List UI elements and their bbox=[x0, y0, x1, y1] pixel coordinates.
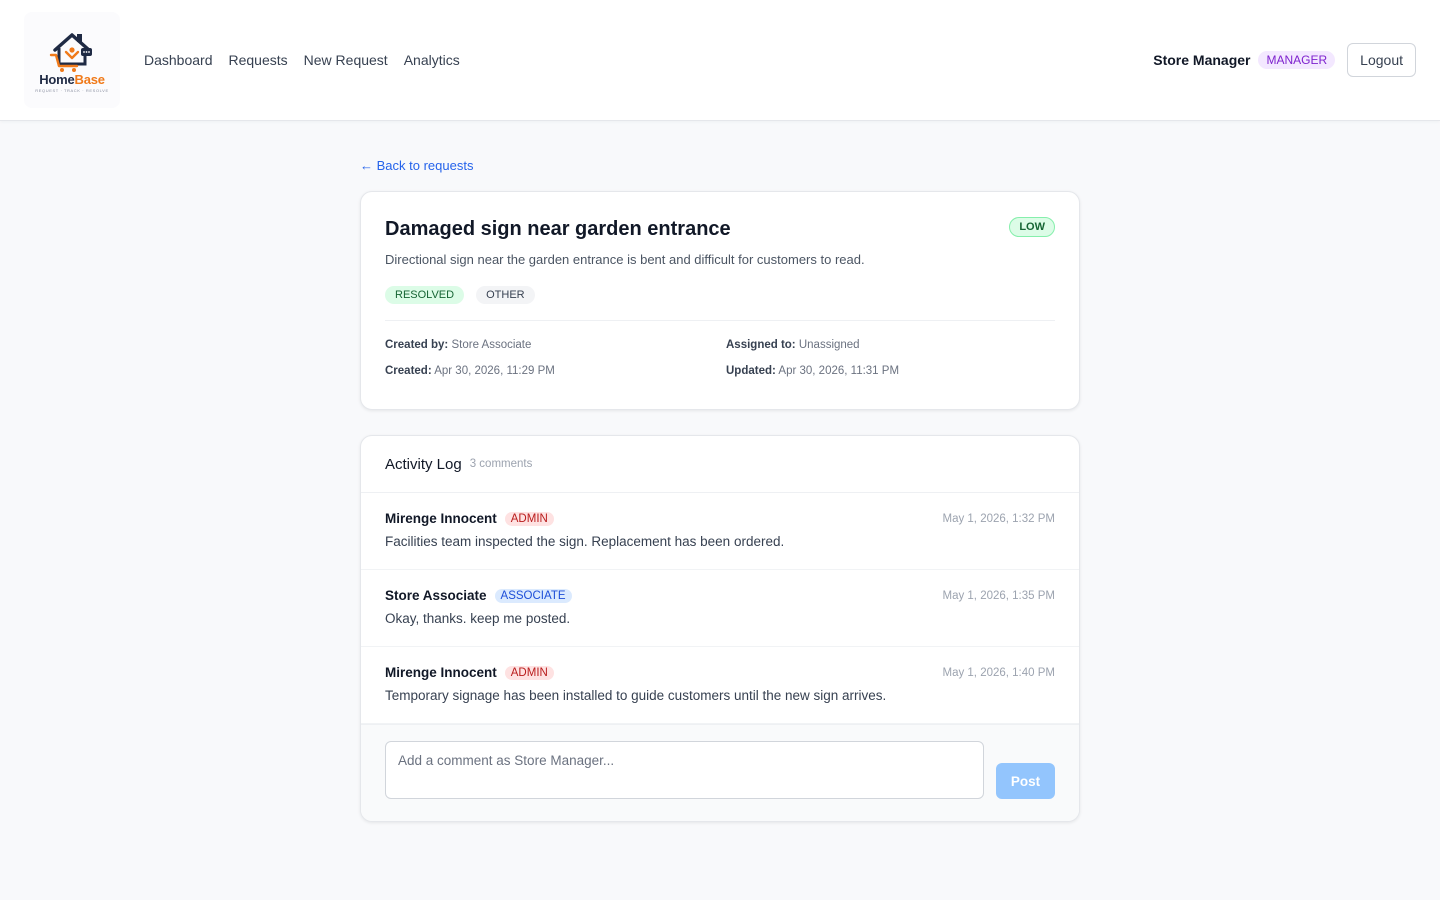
comment-role-badge: ASSOCIATE bbox=[494, 588, 572, 603]
nav-analytics[interactable]: Analytics bbox=[404, 52, 460, 68]
meta-created-by-value: Store Associate bbox=[451, 339, 532, 351]
comment-item: Mirenge Innocent ADMIN May 1, 2026, 1:40… bbox=[361, 647, 1079, 724]
comment-role-badge: ADMIN bbox=[504, 665, 554, 680]
meta-updated-label: Updated: bbox=[726, 365, 776, 377]
user-area: Store Manager MANAGER Logout bbox=[1153, 43, 1416, 77]
logo-wordmark: HomeBase bbox=[39, 72, 105, 87]
status-badge: RESOLVED bbox=[385, 286, 465, 304]
comment-form: Post bbox=[361, 724, 1079, 821]
priority-badge: LOW bbox=[1009, 217, 1055, 237]
request-description: Directional sign near the garden entranc… bbox=[385, 252, 865, 267]
meta-assigned-to-label: Assigned to: bbox=[726, 339, 796, 351]
comment-input[interactable] bbox=[385, 741, 984, 799]
request-meta: Created by: Store Associate Assigned to:… bbox=[385, 339, 1055, 377]
comment-timestamp: May 1, 2026, 1:35 PM bbox=[942, 590, 1055, 602]
main-nav: Dashboard Requests New Request Analytics bbox=[144, 52, 460, 68]
comment-item: Mirenge Innocent ADMIN May 1, 2026, 1:32… bbox=[361, 493, 1079, 570]
logo-word-base: Base bbox=[74, 71, 105, 87]
request-tags: RESOLVED OTHER bbox=[385, 286, 1055, 304]
activity-log-header: Activity Log 3 comments bbox=[361, 436, 1079, 493]
post-comment-button[interactable]: Post bbox=[996, 763, 1055, 799]
request-detail-card: Damaged sign near garden entrance LOW Di… bbox=[360, 191, 1080, 410]
logo-word-home: Home bbox=[39, 71, 75, 87]
logo-tagline: REQUEST · TRACK · RESOLVE bbox=[35, 87, 109, 93]
meta-assigned-to: Assigned to: Unassigned bbox=[726, 339, 1055, 351]
top-navbar: HomeBase REQUEST · TRACK · RESOLVE Dashb… bbox=[0, 0, 1440, 121]
meta-created: Created: Apr 30, 2026, 11:29 PM bbox=[385, 365, 726, 377]
comment-body: Facilities team inspected the sign. Repl… bbox=[385, 534, 785, 549]
comment-item: Store Associate ASSOCIATE May 1, 2026, 1… bbox=[361, 570, 1079, 647]
activity-log-card: Activity Log 3 comments Mirenge Innocent… bbox=[360, 435, 1080, 822]
back-to-requests-link[interactable]: ← Back to requests bbox=[360, 158, 473, 173]
comment-body: Okay, thanks. keep me posted. bbox=[385, 611, 571, 626]
nav-new-request[interactable]: New Request bbox=[304, 52, 388, 68]
meta-updated-value: Apr 30, 2026, 11:31 PM bbox=[778, 365, 900, 377]
meta-created-by: Created by: Store Associate bbox=[385, 339, 726, 351]
comment-body: Temporary signage has been installed to … bbox=[385, 688, 887, 703]
comment-role-badge: ADMIN bbox=[504, 511, 554, 526]
meta-updated: Updated: Apr 30, 2026, 11:31 PM bbox=[726, 365, 1055, 377]
comment-timestamp: May 1, 2026, 1:32 PM bbox=[942, 513, 1055, 525]
user-role-badge: MANAGER bbox=[1258, 51, 1336, 69]
homebase-logo[interactable]: HomeBase REQUEST · TRACK · RESOLVE bbox=[24, 12, 120, 108]
logout-button[interactable]: Logout bbox=[1347, 43, 1416, 77]
meta-assigned-to-value: Unassigned bbox=[798, 339, 860, 351]
divider bbox=[385, 320, 1055, 321]
comment-author: Mirenge Innocent bbox=[385, 665, 497, 680]
comment-count: 3 comments bbox=[469, 458, 533, 470]
comment-timestamp: May 1, 2026, 1:40 PM bbox=[942, 667, 1055, 679]
activity-log-title: Activity Log bbox=[385, 455, 462, 473]
meta-created-label: Created: bbox=[385, 365, 432, 377]
house-cart-logo-icon bbox=[49, 32, 92, 72]
request-detail-page: ← Back to requests Damaged sign near gar… bbox=[360, 121, 1080, 822]
meta-created-by-label: Created by: bbox=[385, 339, 449, 351]
comment-author: Mirenge Innocent bbox=[385, 511, 497, 526]
comment-author: Store Associate bbox=[385, 588, 487, 603]
category-badge: OTHER bbox=[476, 286, 535, 304]
meta-created-value: Apr 30, 2026, 11:29 PM bbox=[434, 365, 555, 377]
current-user-name: Store Manager bbox=[1153, 52, 1251, 68]
nav-requests[interactable]: Requests bbox=[229, 52, 288, 68]
nav-dashboard[interactable]: Dashboard bbox=[144, 52, 213, 68]
request-title: Damaged sign near garden entrance bbox=[385, 218, 731, 240]
